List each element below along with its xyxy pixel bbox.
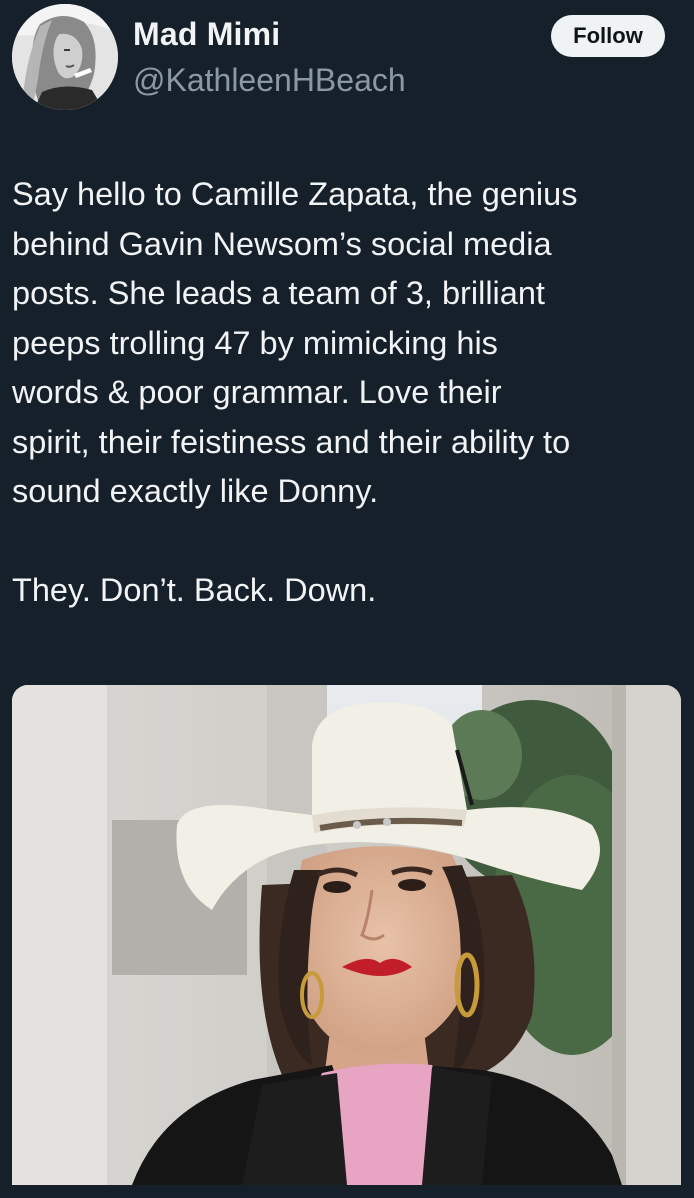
tweet-media-photo[interactable] [12,685,681,1185]
tweet-paragraph: Say hello to Camille Zapata, the genius … [12,176,578,509]
tweet-card: Mad Mimi @KathleenHBeach Follow Say hell… [0,0,694,1198]
photo-woman-cowboy-hat-icon [12,685,681,1185]
avatar-photo-icon [12,4,118,110]
tweet-text: Say hello to Camille Zapata, the genius … [12,170,688,616]
author-display-name[interactable]: Mad Mimi [133,16,280,53]
avatar[interactable] [12,4,118,110]
follow-button[interactable]: Follow [551,15,665,57]
author-handle[interactable]: @KathleenHBeach [133,62,406,99]
tweet-paragraph: They. Don’t. Back. Down. [12,572,377,608]
